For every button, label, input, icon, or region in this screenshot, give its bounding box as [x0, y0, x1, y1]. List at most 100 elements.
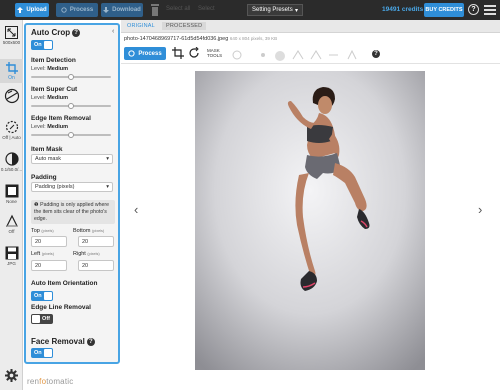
unit-text: (pixels): [91, 229, 105, 233]
crop-tool-icon[interactable]: [172, 47, 184, 59]
auto-crop-toggle[interactable]: On: [31, 40, 53, 50]
help-icon[interactable]: ?: [372, 50, 380, 58]
toggle-label: On: [34, 42, 42, 48]
edge-item-removal-level: Level: Medium: [31, 124, 68, 130]
toggle-label: On: [34, 350, 42, 356]
chevron-down-icon: ▾: [294, 7, 298, 14]
edge-line-removal-toggle[interactable]: Off: [31, 314, 53, 324]
brand-part: tomatic: [46, 377, 74, 386]
gear-icon[interactable]: [5, 369, 18, 382]
select-link[interactable]: Select: [198, 6, 215, 12]
help-icon[interactable]: ?: [72, 28, 81, 37]
face-removal-title: Face Removal?: [31, 337, 95, 346]
download-button[interactable]: Download: [101, 3, 143, 17]
previous-image-arrow[interactable]: ‹: [134, 202, 138, 217]
rail-crop[interactable]: On: [0, 59, 23, 83]
padding-bottom-input[interactable]: 20: [78, 236, 114, 247]
rail-contrast[interactable]: 0.1/50.0/...: [0, 152, 23, 172]
brush-size-icon[interactable]: [232, 50, 242, 60]
crop-icon: [5, 62, 18, 74]
padding-right-label: Right (pixels): [73, 251, 100, 257]
item-super-cut-level: Level: Medium: [31, 95, 68, 101]
download-icon: [103, 7, 110, 13]
upload-button[interactable]: Upload: [15, 3, 49, 17]
panel-title: Auto Crop?: [31, 28, 81, 37]
rotate-icon[interactable]: [188, 47, 200, 59]
padding-bottom-label: Bottom (pixels): [73, 228, 104, 234]
select-value: Padding (pixels): [35, 184, 75, 190]
select-all-link[interactable]: Select all: [166, 6, 190, 12]
redo-icon[interactable]: [346, 50, 358, 60]
auto-item-orientation-toggle[interactable]: On: [31, 291, 53, 301]
process-image-button[interactable]: Process: [124, 47, 166, 60]
contrast-icon: [4, 152, 19, 166]
hamburger-menu-icon[interactable]: [484, 5, 496, 15]
rail-resize[interactable]: 500x600: [0, 26, 23, 45]
shadow-label: Off: [8, 229, 15, 234]
refresh-icon: [128, 50, 135, 57]
tool-rail: 500x600 On Off | Auto 0.1/50.0/... None …: [0, 20, 23, 390]
download-label: Download: [112, 7, 141, 13]
process-label: Process: [69, 7, 94, 13]
credits-counter: 19491 credits: [382, 6, 424, 13]
rail-edge-removal[interactable]: Off | Auto: [0, 120, 23, 140]
label-text: Bottom: [73, 228, 91, 234]
item-super-cut-slider[interactable]: [31, 103, 111, 109]
upload-label: Upload: [26, 7, 47, 13]
item-super-cut-title: Item Super Cut: [31, 86, 78, 93]
help-icon[interactable]: ?: [86, 337, 95, 346]
notice-text: Padding is only applied where the item s…: [34, 202, 110, 222]
label-text: Left: [31, 251, 41, 257]
auto-crop-title: Auto Crop: [31, 28, 71, 37]
setting-presets-dropdown[interactable]: Setting Presets ▾: [247, 4, 303, 16]
unit-text: (pixels): [87, 252, 100, 256]
padding-left-input[interactable]: 20: [31, 260, 67, 271]
trash-icon[interactable]: [150, 3, 160, 17]
rail-format[interactable]: JPG: [0, 246, 23, 266]
level-prefix: Level:: [31, 66, 46, 72]
next-image-arrow[interactable]: ›: [478, 202, 482, 217]
small-brush-icon[interactable]: [274, 50, 286, 62]
mask-remove-icon[interactable]: [310, 50, 322, 60]
rail-background[interactable]: None: [0, 184, 23, 204]
level-value: Medium: [47, 66, 68, 72]
format-label: JPG: [7, 261, 16, 266]
level-prefix: Level:: [31, 95, 46, 101]
dot-icon[interactable]: [258, 50, 268, 60]
label-text: Right: [73, 251, 86, 257]
rail-shadow[interactable]: Off: [0, 214, 23, 234]
brand-logo: renfotomatic: [27, 377, 73, 386]
edge-item-removal-title: Edge Item Removal: [31, 115, 91, 122]
buy-credits-button[interactable]: BUY CREDITS: [424, 3, 464, 17]
tab-original[interactable]: ORIGINAL: [127, 23, 155, 29]
rail-super-cut[interactable]: [0, 88, 23, 104]
face-removal-toggle[interactable]: On: [31, 348, 53, 358]
padding-select[interactable]: Padding (pixels) ▾: [31, 182, 113, 192]
select-value: Auto mask: [35, 156, 61, 162]
level-prefix: Level:: [31, 124, 46, 130]
collapse-chevron-icon[interactable]: ‹: [112, 28, 114, 35]
edge-removal-icon: [5, 120, 18, 134]
level-value: Medium: [47, 95, 68, 101]
filename-text: photo-1470468969717-61d5d54fd036.jpeg: [124, 36, 229, 42]
auto-crop-panel: Auto Crop? ‹ On Item Detection Level: Me…: [24, 23, 120, 364]
item-mask-select[interactable]: Auto mask ▾: [31, 154, 113, 164]
edge-line-removal-title: Edge Line Removal: [31, 304, 91, 311]
item-detection-slider[interactable]: [31, 74, 111, 80]
toggle-label: Off: [42, 316, 50, 322]
auto-item-orientation-title: Auto Item Orientation: [31, 280, 98, 287]
tab-processed[interactable]: PROCESSED: [162, 22, 207, 30]
undo-icon[interactable]: [328, 50, 340, 60]
unit-text: (pixels): [41, 252, 54, 256]
label-text: Top: [31, 228, 40, 234]
mask-keep-icon[interactable]: [292, 50, 304, 60]
process-button[interactable]: Process: [56, 3, 98, 17]
edge-state: Off | Auto: [2, 135, 21, 140]
crop-state: On: [8, 75, 15, 81]
edge-item-removal-slider[interactable]: [31, 132, 111, 138]
padding-top-input[interactable]: 20: [31, 236, 67, 247]
padding-notice: ❶ Padding is only applied where the item…: [31, 200, 115, 224]
help-icon[interactable]: ?: [468, 4, 479, 15]
padding-right-input[interactable]: 20: [78, 260, 114, 271]
padding-title: Padding: [31, 174, 57, 181]
